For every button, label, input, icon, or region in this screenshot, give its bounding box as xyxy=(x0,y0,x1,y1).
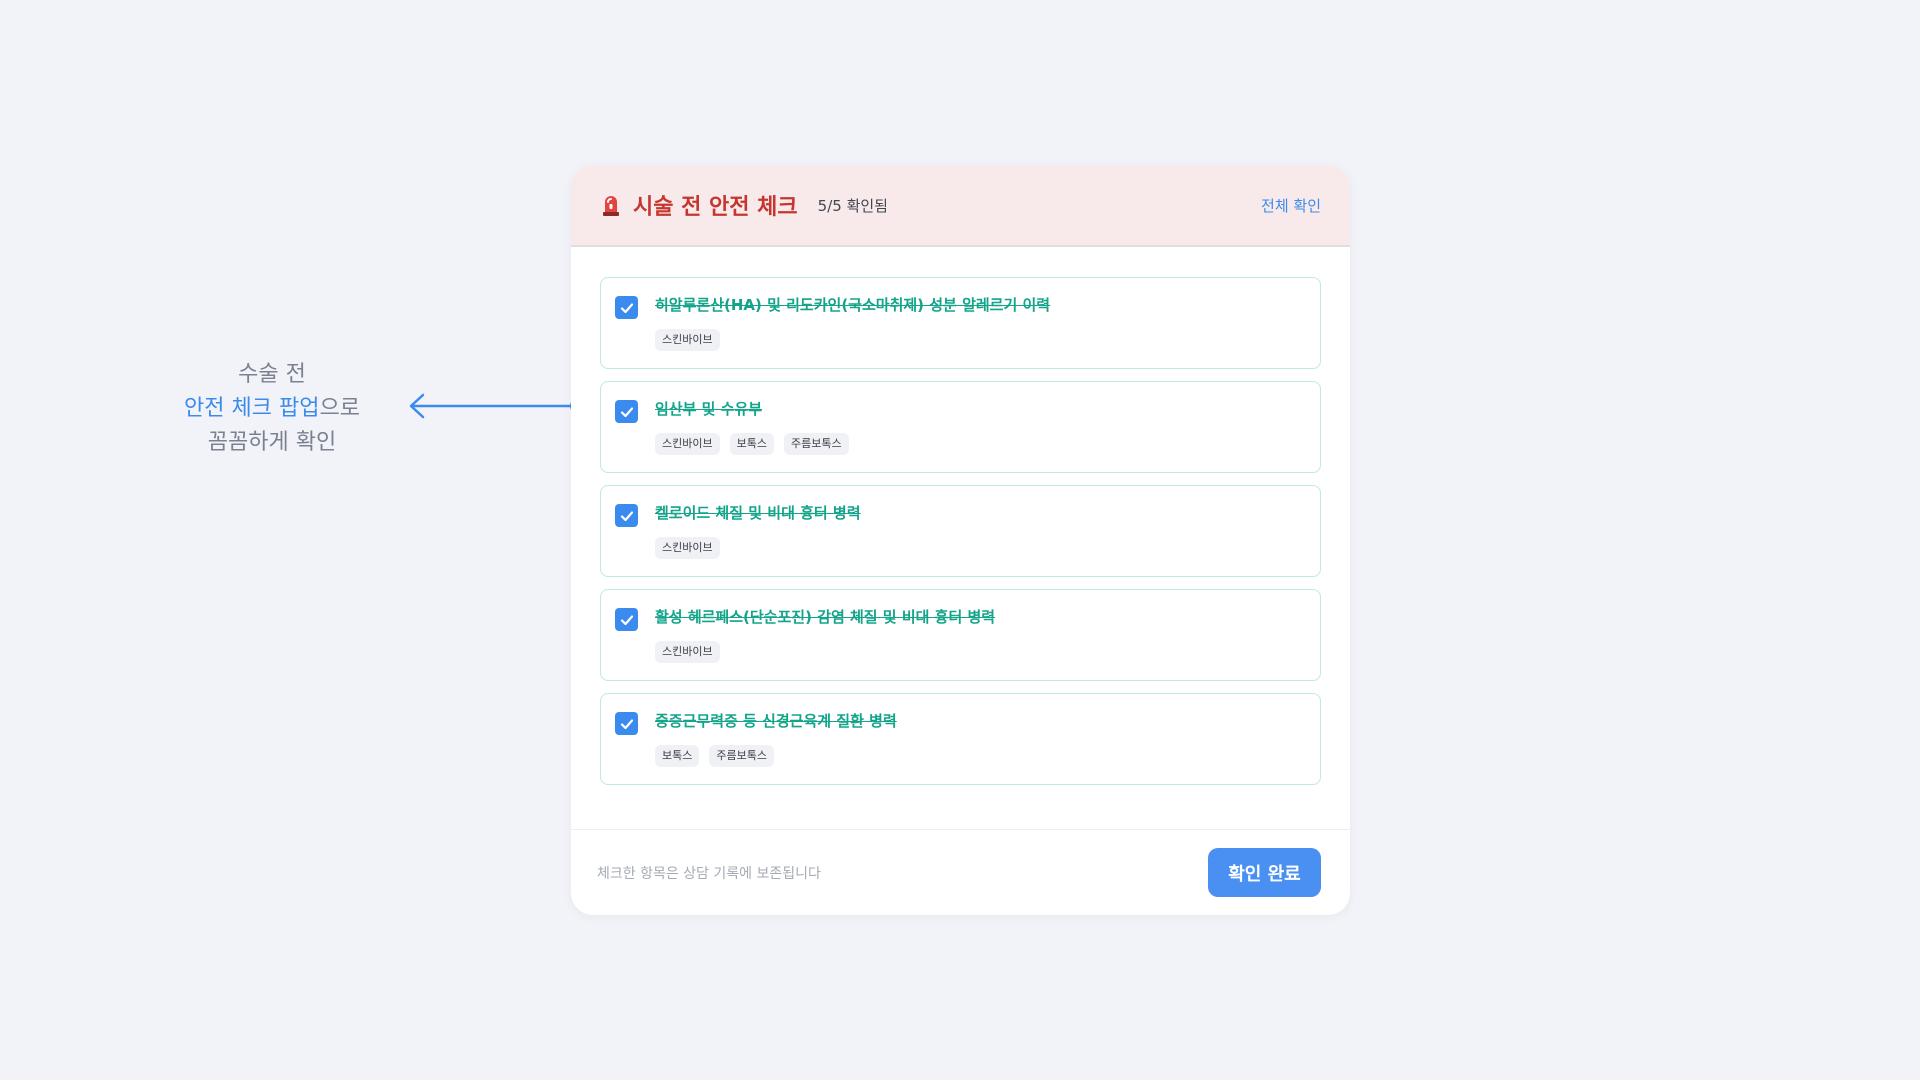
checklist-item[interactable]: 히알루론산(HA) 및 리도카인(국소마취제) 성분 알레르기 이력 스킨바이브 xyxy=(600,277,1321,369)
annotation-highlight: 안전 체크 팝업 xyxy=(184,396,320,421)
checklist-item[interactable]: 중증근무력증 등 신경근육계 질환 병력 보톡스 주름보톡스 xyxy=(600,693,1321,785)
siren-icon xyxy=(603,196,619,216)
annotation-line-3: 꼼꼼하게 확인 xyxy=(207,430,337,455)
check-icon xyxy=(620,614,633,625)
checkbox-checked[interactable] xyxy=(615,400,638,423)
item-tags: 스킨바이브 보톡스 주름보톡스 xyxy=(655,433,849,455)
progress-count: 5/5 확인됨 xyxy=(817,196,888,215)
item-label: 중증근무력증 등 신경근육계 질환 병력 xyxy=(655,712,897,730)
tag: 스킨바이브 xyxy=(655,641,720,663)
check-icon xyxy=(620,406,633,417)
item-tags: 스킨바이브 xyxy=(655,329,1050,351)
item-label: 임산부 및 수유부 xyxy=(655,400,763,418)
checkbox-checked[interactable] xyxy=(615,608,638,631)
annotation-line-2: 안전 체크 팝업으로 xyxy=(168,392,376,426)
modal-title: 시술 전 안전 체크 xyxy=(633,195,798,220)
check-icon xyxy=(620,718,633,729)
tag: 주름보톡스 xyxy=(783,433,849,455)
pointer-arrow-icon xyxy=(409,393,586,419)
modal-footer: 체크한 항목은 상담 기록에 보존됩니다 확인 완료 xyxy=(571,829,1350,915)
checklist: 히알루론산(HA) 및 리도카인(국소마취제) 성분 알레르기 이력 스킨바이브… xyxy=(571,247,1350,785)
checklist-item[interactable]: 임산부 및 수유부 스킨바이브 보톡스 주름보톡스 xyxy=(600,381,1321,473)
annotation-line-2-rest: 으로 xyxy=(319,396,360,421)
confirm-button[interactable]: 확인 완료 xyxy=(1208,848,1321,897)
check-icon xyxy=(620,302,633,313)
item-tags: 스킨바이브 xyxy=(655,641,995,663)
item-tags: 스킨바이브 xyxy=(655,537,861,559)
checkbox-checked[interactable] xyxy=(615,712,638,735)
tag: 주름보톡스 xyxy=(709,745,774,767)
check-all-link[interactable]: 전체 확인 xyxy=(1261,195,1321,216)
checkbox-checked[interactable] xyxy=(615,504,638,527)
item-tags: 보톡스 주름보톡스 xyxy=(655,745,897,767)
item-label: 켈로이드 체질 및 비대 흉터 병력 xyxy=(655,504,861,522)
modal-header: 시술 전 안전 체크 5/5 확인됨 전체 확인 xyxy=(571,165,1350,247)
tag: 스킨바이브 xyxy=(655,433,720,455)
annotation-line-1: 수술 전 xyxy=(238,362,306,387)
tag: 스킨바이브 xyxy=(655,537,720,559)
tag: 보톡스 xyxy=(729,433,774,455)
checklist-item[interactable]: 활성 헤르페스(단순포진) 감염 체질 및 비대 흉터 병력 스킨바이브 xyxy=(600,589,1321,681)
footer-note: 체크한 항목은 상담 기록에 보존됩니다 xyxy=(597,865,821,882)
check-icon xyxy=(620,510,633,521)
safety-check-modal: 시술 전 안전 체크 5/5 확인됨 전체 확인 히알루론산(HA) 및 리도카… xyxy=(571,165,1350,915)
tag: 보톡스 xyxy=(655,745,700,767)
tag: 스킨바이브 xyxy=(655,329,720,351)
checkbox-checked[interactable] xyxy=(615,296,638,319)
item-label: 히알루론산(HA) 및 리도카인(국소마취제) 성분 알레르기 이력 xyxy=(655,296,1051,314)
checklist-item[interactable]: 켈로이드 체질 및 비대 흉터 병력 스킨바이브 xyxy=(600,485,1321,577)
feature-annotation: 수술 전 안전 체크 팝업으로 꼼꼼하게 확인 xyxy=(168,358,376,460)
item-label: 활성 헤르페스(단순포진) 감염 체질 및 비대 흉터 병력 xyxy=(655,608,996,626)
